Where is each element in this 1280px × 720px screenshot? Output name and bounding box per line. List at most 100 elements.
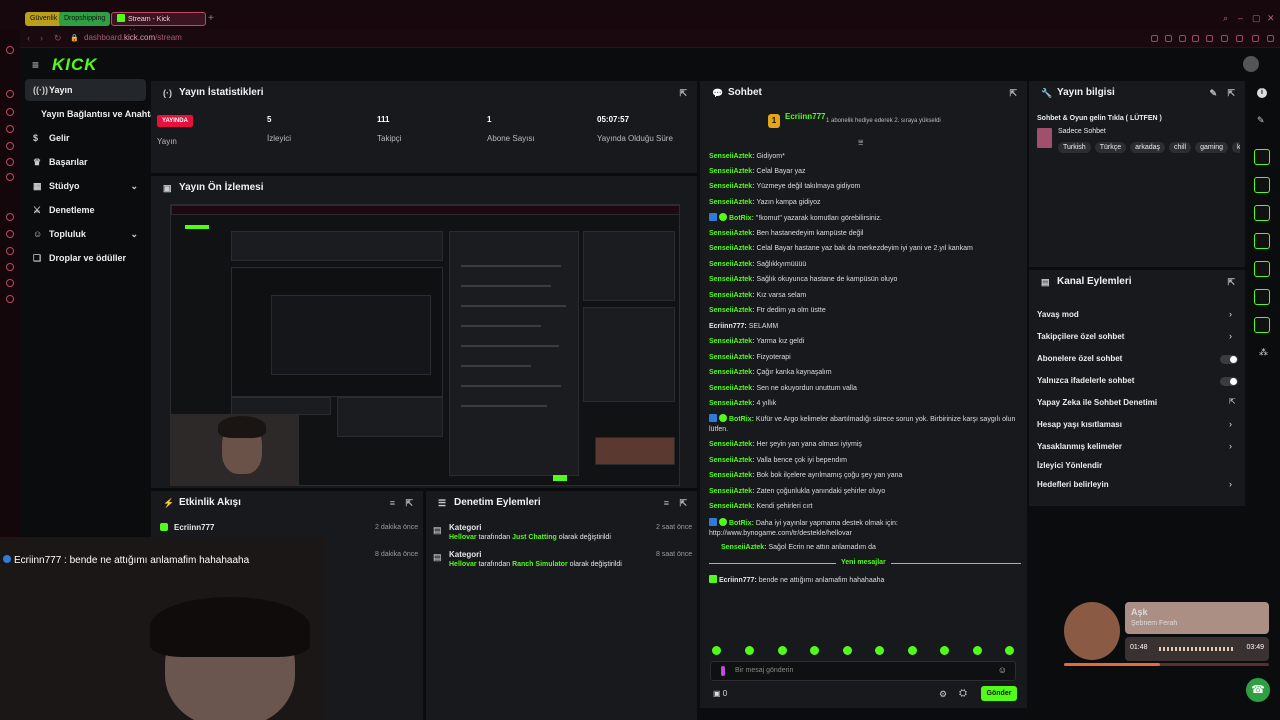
rail-button-lightning[interactable] <box>1254 177 1270 193</box>
chat-user[interactable]: SenseiiAztek <box>709 245 752 252</box>
chat-user[interactable]: SenseiiAztek <box>709 400 752 407</box>
popout-icon[interactable]: ⇱ <box>679 491 687 515</box>
whatsapp-icon[interactable] <box>6 125 14 133</box>
chat-input[interactable]: Bir mesaj gönderin ☺ <box>710 661 1016 681</box>
emote-icon[interactable] <box>875 646 884 655</box>
chat-user[interactable]: SenseiiAztek <box>709 261 752 268</box>
filter-icon[interactable]: ≡ <box>664 491 669 515</box>
toggle-switch[interactable] <box>1220 377 1238 386</box>
chat-user[interactable]: SenseiiAztek <box>709 369 752 376</box>
rail-button-wrench[interactable] <box>1254 317 1270 333</box>
channel-action-item[interactable]: Yalnızca ifadelerle sohbet <box>1037 376 1134 385</box>
channel-action-item[interactable]: Abonelere özel sohbet <box>1037 354 1122 363</box>
tag[interactable]: chill <box>1169 142 1192 153</box>
edit-icon[interactable]: ✎ <box>1209 81 1217 105</box>
screenshot-icon[interactable] <box>1236 35 1243 42</box>
chat-user[interactable]: SenseiiAztek <box>709 199 752 206</box>
chat-user[interactable]: SenseiiAztek <box>709 354 752 361</box>
support-chat-icon[interactable]: ☎ <box>1246 678 1270 702</box>
tag[interactable]: k <box>1232 142 1240 153</box>
instagram-icon[interactable] <box>6 108 14 116</box>
info-icon[interactable]: i <box>1257 88 1267 98</box>
rail-button-broadcast[interactable] <box>1254 261 1270 277</box>
emote-icon[interactable] <box>940 646 949 655</box>
sidebar-item-topluluk[interactable]: ☺ Topluluk ⌄ <box>25 223 146 245</box>
heart-sidebar-icon[interactable] <box>6 247 14 255</box>
menu-icon[interactable] <box>1267 35 1274 42</box>
maximize-icon[interactable]: ▢ <box>1252 13 1261 24</box>
channel-action-item[interactable]: Takipçilere özel sohbet <box>1037 332 1124 341</box>
send-button[interactable]: Gönder <box>981 686 1017 701</box>
hamburger-icon[interactable]: ≡ <box>32 58 39 72</box>
chat-user[interactable]: BotRix <box>729 215 752 222</box>
close-window-icon[interactable]: ✕ <box>1267 13 1275 24</box>
chat-user[interactable]: SenseiiAztek <box>721 544 764 551</box>
tag[interactable]: gaming <box>1195 142 1229 153</box>
rail-button-chat[interactable] <box>1254 233 1270 249</box>
chat-user[interactable]: SenseiiAztek <box>709 488 752 495</box>
chat-user[interactable]: SenseiiAztek <box>709 183 752 190</box>
tag[interactable]: Turkish <box>1058 142 1091 153</box>
player-icon[interactable] <box>6 230 14 238</box>
chat-user[interactable]: SenseiiAztek <box>709 338 752 345</box>
messenger-icon[interactable] <box>6 90 14 98</box>
tab-group-dropshipping[interactable]: Dropshipping <box>59 12 111 26</box>
sidebar-item-gelir[interactable]: $ Gelir <box>25 127 146 149</box>
emote-icon[interactable] <box>810 646 819 655</box>
emote-icon[interactable] <box>843 646 852 655</box>
sidebar-item-studyo[interactable]: ▦ Stüdyo ⌄ <box>25 175 146 197</box>
heart-icon[interactable] <box>1206 35 1213 42</box>
new-tab-icon[interactable]: + <box>208 13 214 24</box>
play-icon[interactable] <box>1192 35 1199 42</box>
back-icon[interactable]: ‹ <box>27 33 30 43</box>
shield-icon[interactable] <box>1179 35 1186 42</box>
extension-icon[interactable] <box>1252 35 1259 42</box>
rail-button-qr[interactable] <box>1254 149 1270 165</box>
popout-icon[interactable]: ⇱ <box>1227 81 1235 105</box>
chat-user[interactable]: Ecriinn777 <box>719 577 754 584</box>
pencil-icon[interactable]: ✎ <box>1257 115 1265 126</box>
filter-icon[interactable]: ≡ <box>390 491 395 515</box>
emote-icon[interactable] <box>1005 646 1014 655</box>
chat-user[interactable]: BotRix <box>729 416 752 423</box>
emote-icon[interactable] <box>973 646 982 655</box>
chat-user[interactable]: SenseiiAztek <box>709 457 752 464</box>
clock-icon[interactable] <box>6 263 14 271</box>
gear-icon[interactable]: ⚙ <box>939 689 947 700</box>
sidebar-item-denetleme[interactable]: ⚔ Denetleme <box>25 199 146 221</box>
telegram-icon[interactable] <box>6 142 14 150</box>
chevron-right-icon[interactable]: › <box>1229 309 1232 319</box>
camera-icon[interactable] <box>1165 35 1172 42</box>
chat-user[interactable]: BotRix <box>729 520 752 527</box>
channel-action-item[interactable]: İzleyici Yönlendir <box>1037 461 1102 470</box>
popout-icon[interactable]: ⇱ <box>405 491 413 515</box>
avatar[interactable] <box>1243 56 1259 72</box>
popout-icon[interactable]: ⇱ <box>679 81 687 105</box>
popout-icon[interactable]: ⇱ <box>1227 270 1235 294</box>
channel-action-item[interactable]: Hesap yaşı kısıtlaması <box>1037 420 1122 429</box>
kick-logo[interactable]: KICK <box>52 55 98 75</box>
sidebar-item-basarilar[interactable]: ♛ Başarılar <box>25 151 146 173</box>
minimize-icon[interactable]: – <box>1238 13 1243 23</box>
rail-button-video[interactable] <box>1254 289 1270 305</box>
history-icon[interactable] <box>6 46 14 54</box>
chevron-right-icon[interactable]: › <box>1229 441 1232 451</box>
bookmark-icon[interactable] <box>1151 35 1158 42</box>
chat-user[interactable]: SenseiiAztek <box>709 472 752 479</box>
tab-kick-dashboard[interactable]: Stream - Kick Dashboard <box>111 12 206 37</box>
chat-user[interactable]: SenseiiAztek <box>709 441 752 448</box>
tag[interactable]: arkadaş <box>1130 142 1166 153</box>
chat-user[interactable]: SenseiiAztek <box>709 276 752 283</box>
chevron-right-icon[interactable]: › <box>1229 479 1232 489</box>
channel-action-item[interactable]: Yasaklanmış kelimeler <box>1037 442 1122 451</box>
chat-user[interactable]: SenseiiAztek <box>709 385 752 392</box>
reload-icon[interactable]: ↻ <box>54 33 62 44</box>
chevron-right-icon[interactable]: › <box>1229 331 1232 341</box>
chat-user[interactable]: SenseiiAztek <box>709 307 752 314</box>
chat-user[interactable]: SenseiiAztek <box>709 292 752 299</box>
chat-user[interactable]: SenseiiAztek <box>709 153 752 160</box>
widgets-icon[interactable]: ⁂ <box>1259 347 1268 358</box>
search-tabs-icon[interactable]: ⌕ <box>1223 13 1228 24</box>
forward-icon[interactable]: › <box>40 33 43 43</box>
stream-category[interactable]: Sadece Sohbet <box>1058 128 1106 135</box>
